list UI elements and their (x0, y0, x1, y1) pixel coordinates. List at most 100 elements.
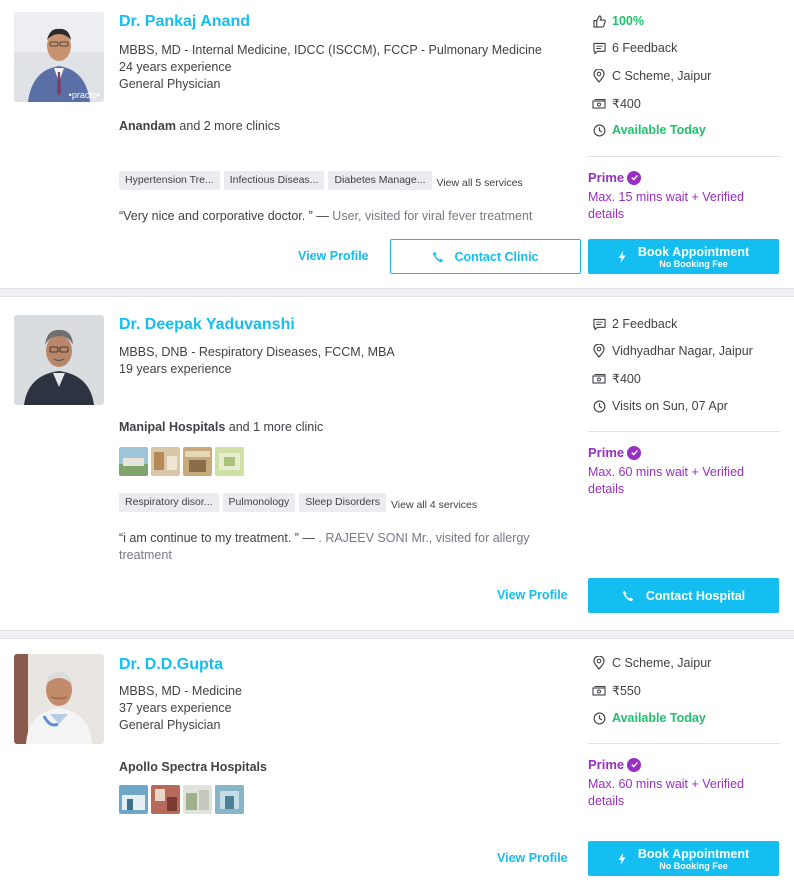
clinic-more[interactable]: and 1 more clinic (225, 420, 324, 434)
review-text: “i am continue to my treatment. ” — (119, 531, 319, 545)
location-pin-icon (592, 344, 606, 358)
doctor-photo[interactable]: • (14, 654, 104, 744)
divider (588, 156, 780, 157)
location-row: Vidhyadhar Nagar, Jaipur (592, 344, 753, 358)
card-separator (0, 288, 794, 297)
clinic-name[interactable]: Anandam (119, 119, 176, 133)
clinic-name[interactable]: Apollo Spectra Hospitals (119, 760, 267, 774)
prime-label: Prime (588, 170, 625, 185)
clinic-photo[interactable] (215, 447, 244, 476)
no-booking-fee-label: No Booking Fee (659, 860, 728, 871)
services-list: Respiratory disor... Pulmonology Sleep D… (119, 493, 477, 512)
doctor-name[interactable]: Dr. Pankaj Anand (119, 13, 250, 31)
services-list: Hypertension Tre... Infectious Diseas...… (119, 171, 523, 190)
book-appointment-label: Book Appointment (637, 846, 750, 861)
fee-row: ₹550 (592, 683, 641, 698)
fee-row: ₹400 (592, 371, 641, 386)
divider (588, 431, 780, 432)
divider (588, 743, 780, 744)
consultation-fee: ₹550 (612, 684, 641, 698)
clock-icon (592, 399, 606, 413)
doctor-card: Dr. Deepak Yaduvanshi MBBS, DNB - Respir… (0, 297, 794, 630)
clinic-info[interactable]: Manipal Hospitals and 1 more clinic (119, 420, 323, 434)
doctor-name[interactable]: Dr. D.D.Gupta (119, 656, 223, 674)
prime-info: Max. 60 mins wait + Verified details (588, 777, 744, 808)
clinic-info[interactable]: Apollo Spectra Hospitals (119, 760, 267, 774)
contact-clinic-button[interactable]: Contact Clinic (390, 239, 581, 274)
doctor-specialty: General Physician (119, 718, 221, 732)
review-text: “Very nice and corporative doctor. ” — (119, 209, 333, 223)
clinic-photo[interactable] (151, 785, 180, 814)
location-text: C Scheme, Jaipur (612, 69, 712, 83)
clinic-photo[interactable] (183, 447, 212, 476)
clinic-info[interactable]: Anandam and 2 more clinics (119, 119, 280, 133)
service-tag[interactable]: Respiratory disor... (119, 493, 219, 512)
chat-icon (592, 41, 606, 55)
availability-status: Available Today (612, 123, 706, 137)
clinic-photo[interactable] (215, 785, 244, 814)
clinic-photo[interactable] (183, 785, 212, 814)
doctor-card: •practo• Dr. Pankaj Anand MBBS, MD - Int… (0, 0, 794, 288)
prime-badge: Prime (588, 170, 642, 185)
contact-clinic-label: Contact Clinic (454, 249, 539, 264)
fee-row: ₹400 (592, 96, 641, 111)
clinic-name[interactable]: Manipal Hospitals (119, 420, 225, 434)
doctor-name[interactable]: Dr. Deepak Yaduvanshi (119, 316, 295, 334)
doctor-qualifications: MBBS, DNB - Respiratory Diseases, FCCM, … (119, 345, 395, 359)
clock-icon (592, 123, 606, 137)
book-appointment-button[interactable]: Book Appointment No Booking Fee (588, 239, 779, 274)
contact-hospital-button[interactable]: Contact Hospital (588, 578, 779, 613)
feedback-count[interactable]: 2 Feedback (612, 317, 677, 331)
service-tag[interactable]: Pulmonology (222, 493, 296, 512)
service-tag[interactable]: Sleep Disorders (299, 493, 386, 512)
prime-badge: Prime (588, 757, 642, 772)
patient-review: “Very nice and corporative doctor. ” — U… (119, 208, 559, 225)
clinic-photo[interactable] (151, 447, 180, 476)
doctor-experience: 19 years experience (119, 362, 232, 376)
availability-status: Visits on Sun, 07 Apr (612, 399, 728, 413)
review-meta: User, visited for viral fever treatment (332, 209, 533, 223)
location-row: C Scheme, Jaipur (592, 69, 711, 83)
card-separator (0, 630, 794, 639)
doctor-specialty: General Physician (119, 77, 221, 91)
view-all-services-link[interactable]: View all 4 services (391, 499, 477, 511)
clinic-photo[interactable] (119, 447, 148, 476)
doctor-photo[interactable]: •practo• (14, 12, 104, 102)
feedback-row[interactable]: 6 Feedback (592, 41, 677, 55)
view-profile-link[interactable]: View Profile (497, 588, 568, 602)
view-all-services-link[interactable]: View all 5 services (437, 177, 523, 189)
book-appointment-button[interactable]: Book Appointment No Booking Fee (588, 841, 779, 876)
availability-row: Available Today (592, 711, 706, 725)
service-tag[interactable]: Hypertension Tre... (119, 171, 220, 190)
prime-badge: Prime (588, 445, 642, 460)
clinic-photo[interactable] (119, 785, 148, 814)
clinic-photos (119, 447, 247, 476)
money-icon (592, 97, 606, 111)
doctor-qualifications: MBBS, MD - Internal Medicine, IDCC (ISCC… (119, 43, 542, 57)
clock-icon (592, 711, 606, 725)
doctor-qualifications: MBBS, MD - Medicine (119, 684, 242, 698)
money-icon (592, 684, 606, 698)
chat-icon (592, 317, 606, 331)
lightning-icon (618, 852, 626, 865)
patient-review: “i am continue to my treatment. ” — . RA… (119, 530, 559, 564)
prime-info: Max. 60 mins wait + Verified details (588, 465, 744, 496)
location-row: C Scheme, Jaipur (592, 656, 711, 670)
verified-check-icon (627, 445, 642, 460)
doctor-photo[interactable] (14, 315, 104, 405)
photo-watermark: •practo• (68, 90, 100, 100)
service-tag[interactable]: Infectious Diseas... (223, 171, 325, 190)
consultation-fee: ₹400 (612, 372, 641, 386)
feedback-count[interactable]: 6 Feedback (612, 41, 677, 55)
prime-label: Prime (588, 757, 625, 772)
location-text: Vidhyadhar Nagar, Jaipur (612, 344, 753, 358)
clinic-more[interactable]: and 2 more clinics (176, 119, 280, 133)
rating-percent: 100% (612, 14, 644, 28)
view-profile-link[interactable]: View Profile (298, 249, 369, 263)
verified-check-icon (627, 170, 642, 185)
feedback-row[interactable]: 2 Feedback (592, 317, 677, 331)
view-profile-link[interactable]: View Profile (497, 851, 568, 865)
verified-check-icon (627, 757, 642, 772)
location-pin-icon (592, 69, 606, 83)
service-tag[interactable]: Diabetes Manage... (328, 171, 432, 190)
